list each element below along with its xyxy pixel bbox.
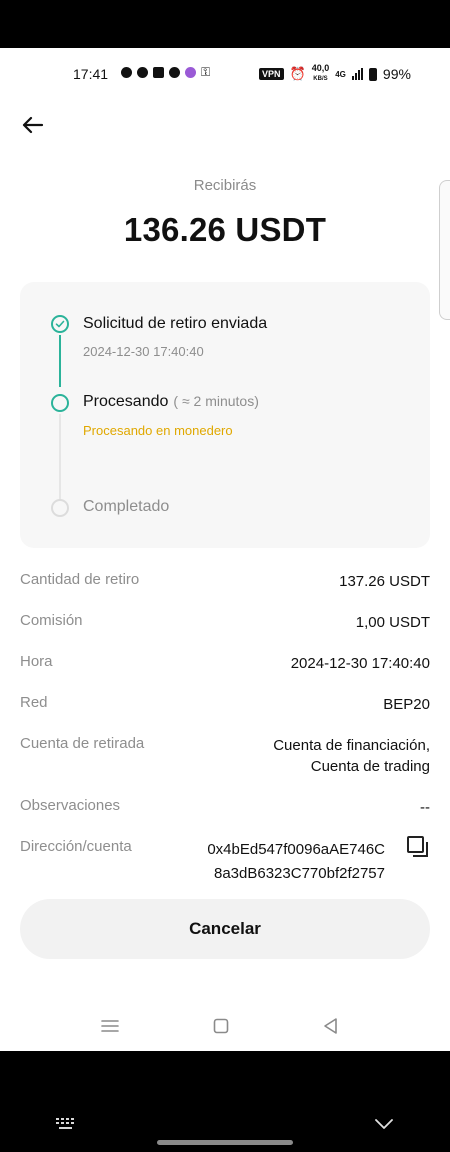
- key-icon: ⚿: [201, 65, 211, 79]
- detail-value: 1,00 USDT: [355, 614, 430, 631]
- menu-icon: [101, 1020, 119, 1032]
- step-time-submitted: 2024-12-30 17:40:40: [83, 344, 204, 359]
- detail-value: 137.26 USDT: [339, 573, 430, 590]
- receive-amount: 136.26 USDT: [123, 211, 327, 248]
- edge-panel-handle[interactable]: [439, 180, 450, 320]
- game-notification-icon: [185, 67, 196, 78]
- timeline-connector-active: [59, 335, 61, 387]
- network-speed: 40,0 KB/S: [311, 63, 330, 83]
- cancel-withdrawal-button[interactable]: Cancelar: [20, 899, 430, 959]
- address-value[interactable]: 0x4bEd547f0096aAE746C 8a3dB6323C770bf2f2…: [207, 838, 385, 886]
- detail-label: Dirección/cuenta: [20, 838, 132, 855]
- step-status-processing: Procesando en monedero: [83, 423, 233, 438]
- arrow-left-icon: [22, 116, 44, 134]
- system-status: VPN ⏰ 40,0 KB/S 4G 99%: [259, 64, 411, 84]
- facebook-icon: [121, 67, 132, 78]
- notification-icons: ⚿: [121, 65, 210, 80]
- detail-label: Red: [20, 694, 48, 711]
- receive-label: Recibirás: [193, 177, 257, 194]
- recent-apps-button[interactable]: [99, 1015, 121, 1037]
- detail-label: Comisión: [20, 612, 83, 629]
- detail-label: Cuenta de retirada: [20, 735, 145, 752]
- battery-icon: [368, 67, 377, 81]
- step-eta: ( ≈ 2 minutos): [173, 393, 259, 409]
- withdrawal-timeline: Solicitud de retiro enviada 2024-12-30 1…: [20, 282, 430, 548]
- step-pending-circle-icon: [51, 499, 69, 517]
- status-time: 17:41: [73, 66, 109, 82]
- system-back-button[interactable]: [320, 1015, 342, 1037]
- gesture-home-bar[interactable]: [157, 1140, 293, 1145]
- step-title-completed: Completado: [83, 498, 170, 515]
- copy-icon: [407, 836, 428, 857]
- android-nav-bar: [0, 1003, 450, 1047]
- collapse-button[interactable]: [373, 1117, 395, 1131]
- back-button[interactable]: [18, 110, 48, 140]
- chevron-down-icon: [375, 1119, 393, 1129]
- detail-value: --: [420, 799, 430, 816]
- signal-icon: [351, 68, 363, 80]
- home-button[interactable]: [210, 1015, 232, 1037]
- square-icon: [213, 1018, 229, 1034]
- step-done-check-icon: [51, 315, 69, 333]
- facebook-icon: [137, 67, 148, 78]
- copy-address-button[interactable]: [406, 835, 430, 859]
- settings-notification-icon: [169, 67, 180, 78]
- timeline-connector-pending: [59, 414, 61, 502]
- detail-label: Observaciones: [20, 797, 121, 814]
- detail-value: BEP20: [383, 696, 430, 713]
- keyboard-toggle-button[interactable]: [55, 1117, 77, 1131]
- step-active-circle-icon: [51, 394, 69, 412]
- battery-percent: 99%: [382, 66, 411, 82]
- status-bar: 17:41 ⚿ VPN ⏰ 40,0 KB/S 4G 99%: [0, 48, 450, 100]
- detail-label: Cantidad de retiro: [20, 571, 140, 588]
- network-type: 4G: [335, 69, 346, 79]
- step-title-processing: Procesando( ≈ 2 minutos): [83, 393, 259, 410]
- detail-label: Hora: [20, 653, 53, 670]
- triangle-back-icon: [324, 1018, 337, 1034]
- app-notification-icon: [153, 67, 164, 78]
- app-screen: 17:41 ⚿ VPN ⏰ 40,0 KB/S 4G 99% Recibirás…: [0, 48, 450, 1051]
- detail-value: Cuenta de financiación, Cuenta de tradin…: [273, 737, 430, 775]
- step-title-submitted: Solicitud de retiro enviada: [83, 315, 268, 332]
- vpn-badge: VPN: [259, 68, 284, 80]
- alarm-icon: ⏰: [289, 66, 306, 81]
- keyboard-icon: [56, 1118, 74, 1129]
- detail-value: 2024-12-30 17:40:40: [290, 655, 430, 672]
